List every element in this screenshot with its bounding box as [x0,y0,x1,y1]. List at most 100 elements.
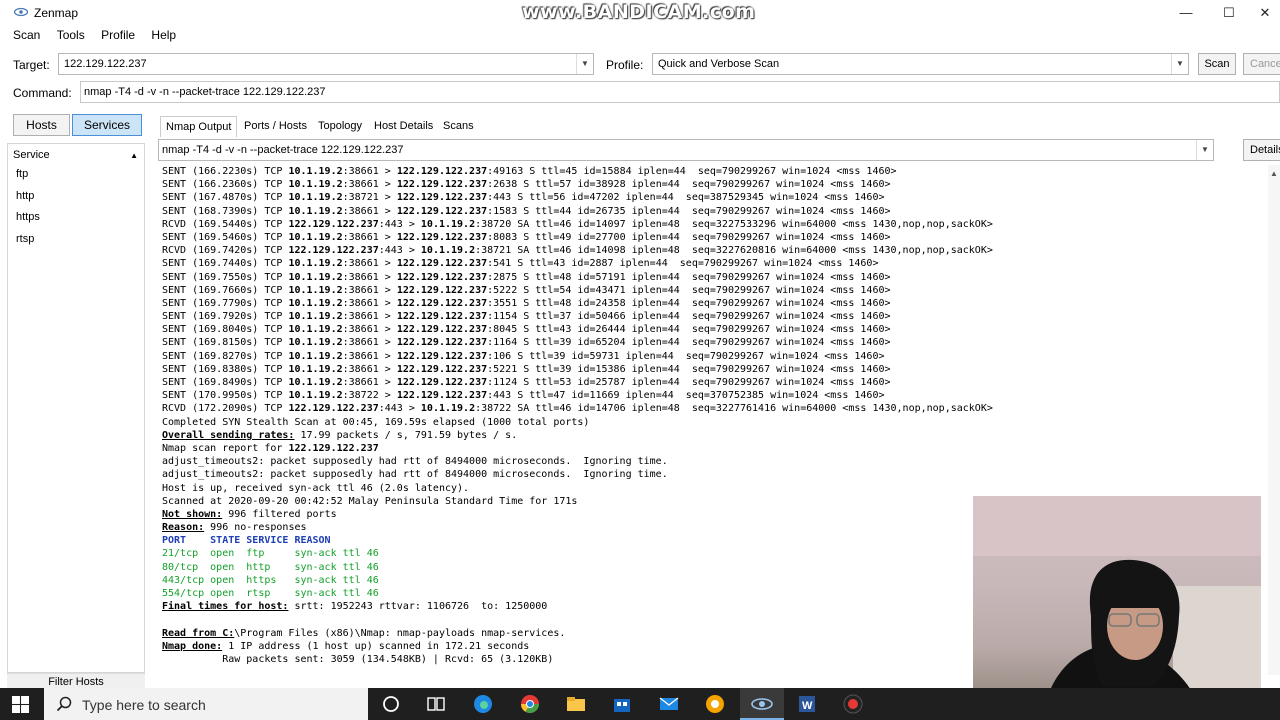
profile-combo[interactable]: Quick and Verbose Scan ▼ [652,53,1189,75]
destination-address: 122.129.122.237 [396,324,488,336]
source-address: 10.1.19.2 [288,231,343,243]
destination-address: 122.129.122.237 [396,258,488,270]
service-item-ftp[interactable]: ftp [16,168,28,180]
destination-address: 122.129.122.237 [396,390,488,402]
destination-address: 10.1.19.2 [420,218,476,230]
output-line: Host is up, received syn-ack ttl 46 (2.0… [162,482,470,494]
record-icon[interactable] [842,693,864,715]
packet-text: :8083 S ttl=49 id=27700 iplen=44 seq=790… [487,231,891,243]
chevron-down-icon[interactable]: ▼ [576,54,593,74]
packet-text: :38661 > [342,350,397,362]
service-item-https[interactable]: https [16,211,40,223]
output-command-combo[interactable]: nmap -T4 -d -v -n --packet-trace 122.129… [158,139,1214,161]
source-address: 10.1.19.2 [288,205,343,217]
tab-topology[interactable]: Topology [313,116,367,137]
not-shown-label: Not shown: [162,508,223,520]
details-button[interactable]: Details [1243,139,1280,161]
final-times-label: Final times for host: [162,601,289,613]
webcam-person-image [973,496,1261,712]
source-address: 10.1.19.2 [288,377,343,388]
packet-line: SENT (167.4870s) TCP 10.1.19.2:38721 > 1… [162,191,1268,204]
packet-text: SENT (169.7550s) TCP [162,271,289,283]
packet-text: :1124 S ttl=53 id=25787 iplen=44 seq=790… [487,377,891,388]
file-explorer-icon[interactable] [565,693,587,715]
zenmap-taskbar-button[interactable] [740,688,784,720]
tab-nmap-output[interactable]: Nmap Output [160,116,238,137]
minimize-button[interactable]: — [1164,0,1208,26]
packet-text: :5221 S ttl=39 id=15386 iplen=44 seq=790… [487,363,891,375]
packet-line: SENT (168.7390s) TCP 10.1.19.2:38661 > 1… [162,205,1268,218]
target-combo[interactable]: 122.129.122.237 ▼ [58,53,594,75]
destination-address: 122.129.122.237 [396,205,488,217]
packet-text: SENT (169.7660s) TCP [162,284,289,296]
packet-text: SENT (170.9950s) TCP [162,390,289,402]
output-scrollbar[interactable]: ▲ [1268,165,1280,675]
service-column-header[interactable]: Service [13,149,50,161]
packet-line: RCVD (172.2090s) TCP 122.129.122.237:443… [162,402,1268,415]
packet-text: RCVD (169.7420s) TCP [162,245,289,257]
close-button[interactable]: ✕ [1250,0,1280,26]
packet-text: :49163 S ttl=45 id=15884 iplen=44 seq=79… [487,166,897,177]
tab-scans[interactable]: Scans [438,116,479,137]
menu-help[interactable]: Help [151,28,176,42]
cortana-icon[interactable] [380,693,402,715]
packet-line: SENT (169.8040s) TCP 10.1.19.2:38661 > 1… [162,323,1268,336]
packet-text: :5222 S ttl=54 id=43471 iplen=44 seq=790… [487,284,891,296]
word-icon[interactable]: W [796,693,818,715]
packet-text: SENT (169.8490s) TCP [162,377,289,388]
menu-tools[interactable]: Tools [57,28,85,42]
target-value: 122.129.122.237 [64,58,147,70]
source-address: 10.1.19.2 [288,271,343,283]
menu-scan[interactable]: Scan [13,28,40,42]
chevron-down-icon[interactable]: ▼ [1171,54,1188,74]
source-address: 10.1.19.2 [288,363,343,375]
source-address: 10.1.19.2 [288,324,343,336]
packet-text: :38661 > [342,166,397,177]
cancel-button[interactable]: Cance [1243,53,1280,75]
tab-host-details[interactable]: Host Details [369,116,438,137]
taskbar-search-box[interactable]: Type here to search [44,688,368,720]
services-toggle-button[interactable]: Services [72,114,142,136]
destination-address: 122.129.122.237 [396,192,488,204]
task-view-icon[interactable] [425,693,447,715]
scan-button[interactable]: Scan [1198,53,1236,75]
service-item-rtsp[interactable]: rtsp [16,233,34,245]
profile-value: Quick and Verbose Scan [658,58,780,70]
reason-label: Reason: [162,522,205,534]
sort-arrow-icon[interactable]: ▲ [130,151,138,160]
maximize-button[interactable]: ☐ [1207,0,1251,26]
service-item-http[interactable]: http [16,190,34,202]
scroll-up-arrow-icon[interactable]: ▲ [1270,169,1278,178]
command-input[interactable]: nmap -T4 -d -v -n --packet-trace 122.129… [80,81,1280,103]
chevron-down-icon[interactable]: ▼ [1196,140,1213,160]
not-shown-value: 996 filtered ports [222,508,337,520]
edge-browser-icon[interactable] [472,693,494,715]
output-line: Completed SYN Stealth Scan at 00:45, 169… [162,416,590,428]
menu-profile[interactable]: Profile [101,28,135,42]
packet-text: :38661 > [342,324,397,336]
rates-value: 17.99 packets / s, 791.59 bytes / s. [294,429,518,441]
windows-start-icon[interactable] [12,696,29,713]
search-icon [56,696,72,712]
source-address: 122.129.122.237 [288,245,379,257]
svg-text:W: W [802,700,813,712]
packet-text: :1583 S ttl=44 id=26735 iplen=44 seq=790… [487,205,891,217]
packet-line: SENT (169.7660s) TCP 10.1.19.2:38661 > 1… [162,284,1268,297]
tab-ports-hosts[interactable]: Ports / Hosts [239,116,312,137]
hosts-toggle-button[interactable]: Hosts [13,114,70,136]
filter-hosts-button[interactable]: Filter Hosts [7,673,145,689]
store-icon[interactable] [611,693,633,715]
packet-text: :2875 S ttl=48 id=57191 iplen=44 seq=790… [487,271,891,283]
packet-line: SENT (169.8380s) TCP 10.1.19.2:38661 > 1… [162,363,1268,376]
packet-text: SENT (169.8040s) TCP [162,324,289,336]
recorder-watermark: www.BANDICAM.com [522,1,756,23]
chrome-icon[interactable] [519,693,541,715]
packet-text: :443 S ttl=56 id=47202 iplen=44 seq=3875… [487,192,885,204]
media-app-icon[interactable] [704,693,726,715]
packet-line: SENT (169.8150s) TCP 10.1.19.2:38661 > 1… [162,336,1268,349]
packet-text: :38722 > [342,390,397,402]
output-line: Overall sending rates: 17.99 packets / s… [162,429,1268,442]
mail-icon[interactable] [658,693,680,715]
packet-text: :443 > [378,403,421,415]
destination-address: 122.129.122.237 [396,350,488,362]
